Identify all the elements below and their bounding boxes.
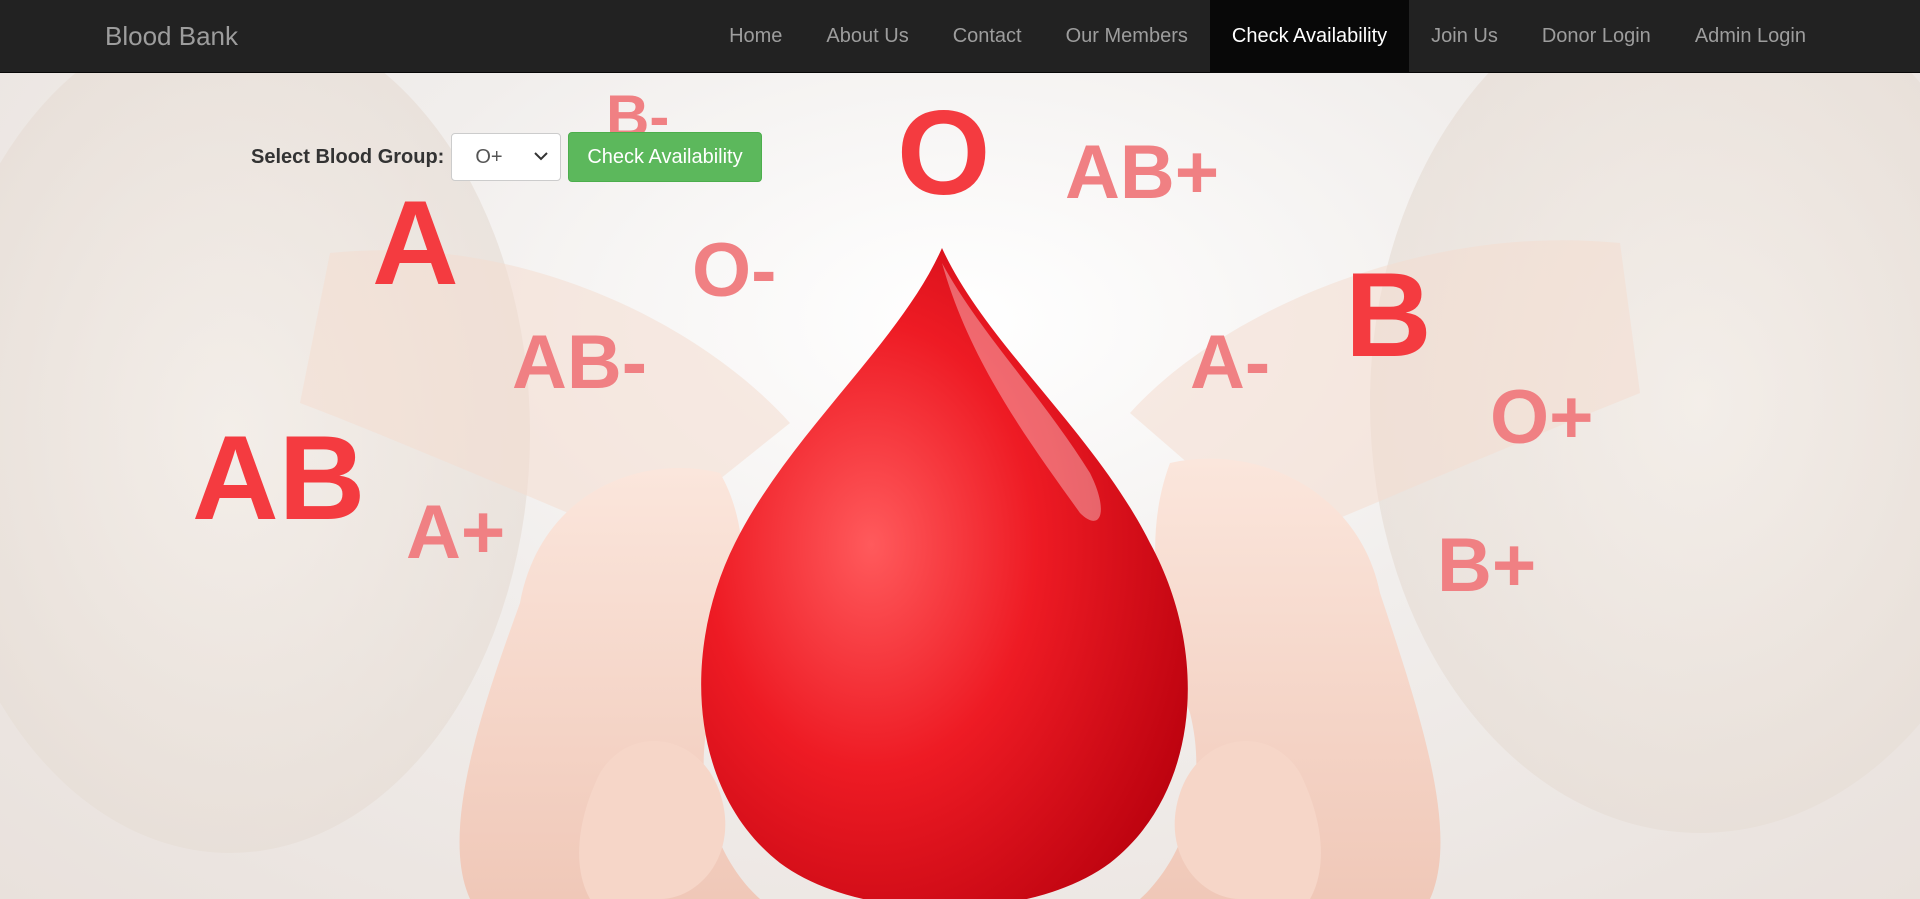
hero-label-o: O [897, 86, 991, 220]
check-availability-button[interactable]: Check Availability [568, 132, 762, 182]
navbar: Blood Bank Home About Us Contact Our Mem… [0, 0, 1920, 73]
blood-group-select[interactable]: O+ [451, 133, 562, 181]
brand-link[interactable]: Blood Bank [105, 0, 238, 72]
hero-label-o-pos: O+ [1490, 375, 1594, 460]
nav-item-our-members[interactable]: Our Members [1044, 0, 1210, 72]
nav-item-check-availability[interactable]: Check Availability [1209, 0, 1410, 72]
hero-label-a: A [372, 176, 459, 310]
blood-drop-icon [701, 248, 1188, 899]
nav-item-donor-login[interactable]: Donor Login [1520, 0, 1673, 72]
hero-label-ab: AB [192, 411, 366, 545]
hero-label-b-pos: B+ [1437, 523, 1537, 608]
hero-label-b: B [1345, 248, 1432, 382]
nav-item-contact[interactable]: Contact [931, 0, 1044, 72]
blood-group-label: Select Blood Group: [251, 145, 445, 168]
hero-label-a-pos: A+ [406, 490, 506, 575]
chevron-down-icon [534, 152, 549, 161]
nav-item-about-us[interactable]: About Us [804, 0, 930, 72]
nav-item-join-us[interactable]: Join Us [1409, 0, 1520, 72]
hero-label-a-neg: A- [1190, 320, 1271, 405]
nav-item-home[interactable]: Home [707, 0, 804, 72]
nav-menu: Home About Us Contact Our Members Check … [707, 0, 1828, 72]
blood-group-form: Select Blood Group: O+ Check Availabilit… [251, 132, 762, 182]
hero-label-ab-neg: AB- [512, 320, 648, 405]
nav-item-admin-login[interactable]: Admin Login [1673, 0, 1828, 72]
hero-label-o-neg: O- [692, 228, 777, 313]
blood-group-selected-value: O+ [475, 146, 503, 168]
hero-banner: B- O AB+ A O- B AB- A- O+ AB A+ B+ [0, 73, 1920, 899]
hero-label-ab-pos: AB+ [1065, 130, 1220, 215]
